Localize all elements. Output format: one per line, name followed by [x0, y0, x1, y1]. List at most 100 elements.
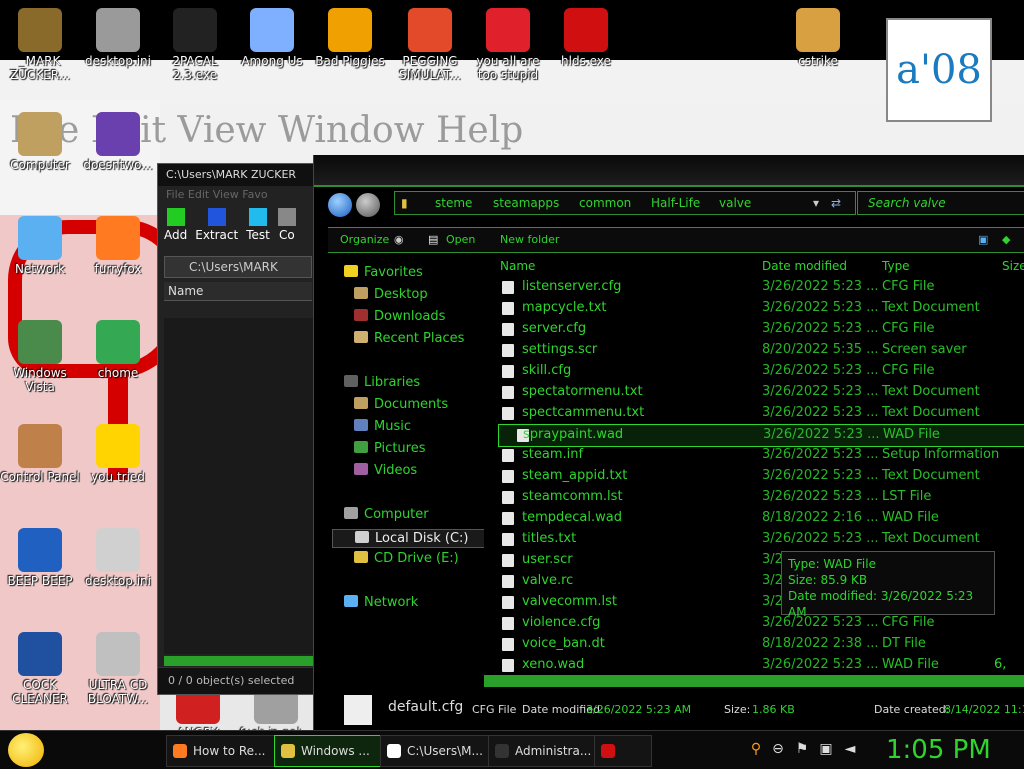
desktop-icon[interactable]: Network — [0, 216, 80, 276]
archive-tool-button[interactable]: Add — [164, 208, 187, 248]
file-icon — [502, 407, 514, 420]
desktop-icon[interactable]: you all are too stupid — [468, 8, 548, 82]
desktop-icon[interactable]: you tried — [78, 424, 158, 484]
table-row[interactable]: tempdecal.wad 8/18/2022 2:16 ... WAD File — [484, 508, 1024, 529]
column-type[interactable]: Type — [882, 259, 910, 273]
new-folder-button[interactable]: New folder — [500, 233, 559, 246]
nav-item[interactable]: Network — [344, 595, 418, 610]
breadcrumb-common[interactable]: common — [579, 196, 631, 210]
nav-item[interactable]: Downloads — [354, 309, 445, 324]
archive-path-field[interactable]: C:\Users\MARK — [164, 256, 312, 278]
view-options-icon[interactable]: ▣ — [978, 233, 988, 246]
desktop-icon[interactable]: desktop.ini — [78, 528, 158, 588]
file-type: WAD File — [882, 510, 939, 525]
archive-file-list[interactable] — [164, 318, 318, 654]
horizontal-scrollbar[interactable] — [484, 675, 1024, 687]
file-date: 8/20/2022 5:35 ... — [762, 342, 879, 357]
desktop-icon[interactable]: COCK CLEANER — [0, 632, 80, 706]
preview-pane-icon[interactable]: ◆ — [1002, 233, 1010, 246]
nav-item[interactable]: Computer — [344, 507, 429, 522]
table-row[interactable]: steam.inf 3/26/2022 5:23 ... Setup Informa… — [484, 445, 1024, 466]
network-icon[interactable]: ▣ — [818, 741, 834, 757]
nav-item[interactable]: Music — [354, 419, 411, 434]
start-button-smiley-icon[interactable] — [8, 733, 44, 767]
file-list[interactable]: Name Date modified Type Size listenserve… — [484, 255, 1024, 675]
archive-window[interactable]: C:\Users\MARK ZUCKER File Edit View Favo… — [157, 163, 319, 695]
desktop-icon[interactable]: chome — [78, 320, 158, 380]
nav-item[interactable]: Favorites — [344, 265, 423, 280]
taskbar-button[interactable] — [594, 735, 652, 767]
column-name[interactable]: Name — [500, 259, 535, 273]
desktop-icon[interactable]: cstrike — [778, 8, 858, 68]
chevron-down-icon[interactable]: ▾ — [813, 196, 819, 210]
column-date-modified[interactable]: Date modified — [762, 259, 847, 273]
archive-tool-button[interactable]: Test — [246, 208, 270, 248]
clock[interactable]: 1:05 PM — [886, 733, 991, 767]
back-arrow-icon[interactable] — [328, 193, 352, 217]
flag-icon[interactable]: ⚑ — [794, 741, 810, 757]
breadcrumb-half-life[interactable]: Half-Life — [651, 196, 700, 210]
table-row[interactable]: skill.cfg 3/26/2022 5:23 ... CFG File — [484, 361, 1024, 382]
desktop-icon[interactable]: BEEP BEEP — [0, 528, 80, 588]
desktop-icon[interactable]: 2PACAL 2.3.exe — [155, 8, 235, 82]
archive-tool-button[interactable]: Extract — [195, 208, 238, 248]
archive-column-name[interactable]: Name — [164, 282, 312, 301]
breadcrumb-steamapps[interactable]: steamapps — [493, 196, 559, 210]
desktop-icon[interactable]: Control Panel — [0, 424, 80, 484]
refresh-icon[interactable]: ⇄ — [831, 196, 841, 210]
archive-title-bar[interactable]: C:\Users\MARK ZUCKER — [158, 164, 318, 186]
nav-item[interactable]: CD Drive (E:) — [354, 551, 459, 566]
volume-icon[interactable]: ◄ — [842, 741, 858, 757]
archive-scrollbar[interactable] — [164, 656, 318, 666]
explorer-title-bar[interactable] — [314, 155, 1024, 187]
table-row[interactable]: listenserver.cfg 3/26/2022 5:23 ... CFG Fi… — [484, 277, 1024, 298]
table-row[interactable]: spraypaint.wad 3/26/2022 5:23 ... WAD File — [498, 424, 1024, 447]
table-row[interactable]: mapcycle.txt 3/26/2022 5:23 ... Text Docum… — [484, 298, 1024, 319]
chevron-down-icon[interactable]: ◉ — [394, 233, 404, 246]
desktop-icon[interactable]: Bad Piggies — [310, 8, 390, 68]
table-row[interactable]: server.cfg 3/26/2022 5:23 ... CFG File — [484, 319, 1024, 340]
table-row[interactable]: steamcomm.lst 3/26/2022 5:23 ... LST File — [484, 487, 1024, 508]
search-icon[interactable]: ⚲ — [748, 741, 764, 757]
desktop-icon[interactable]: Computer — [0, 112, 80, 172]
nav-item[interactable]: Pictures — [354, 441, 425, 456]
breadcrumb-steme[interactable]: steme — [435, 196, 472, 210]
nav-item-icon — [344, 595, 358, 607]
nav-item[interactable]: Videos — [354, 463, 417, 478]
desktop-icon[interactable]: Among Us — [232, 8, 312, 68]
desktop-icon[interactable]: PEGGING SIMULAT... — [390, 8, 470, 82]
minus-circle-icon[interactable]: ⊖ — [770, 741, 786, 757]
explorer-window[interactable]: ▮ steme steamapps common Half-Life valve… — [313, 155, 1024, 730]
desktop-icon[interactable]: Windows Vista — [0, 320, 80, 394]
desktop-icon[interactable]: _MARK ZUCKER... — [0, 8, 80, 82]
archive-tool-button[interactable]: Co — [277, 208, 296, 248]
desktop-icon[interactable]: ULTRA CD BLOATW... — [78, 632, 158, 706]
organize-button[interactable]: Organize — [340, 233, 389, 246]
desktop-icon[interactable]: desktop.ini — [78, 8, 158, 68]
breadcrumb-valve[interactable]: valve — [719, 196, 751, 210]
nav-item[interactable]: Local Disk (C:) — [332, 529, 488, 548]
nav-item[interactable]: Libraries — [344, 375, 420, 390]
table-row[interactable]: xeno.wad 3/26/2022 5:23 ... WAD File 6, — [484, 655, 1024, 676]
archive-menu-bar[interactable]: File Edit View Favo — [158, 186, 318, 204]
taskbar-button-label: Windows ... — [301, 744, 370, 758]
table-row[interactable]: spectcammenu.txt 3/26/2022 5:23 ... Text D… — [484, 403, 1024, 424]
nav-item[interactable]: Desktop — [354, 287, 428, 302]
table-row[interactable]: steam_appid.txt 3/26/2022 5:23 ... Text Do… — [484, 466, 1024, 487]
column-size[interactable]: Size — [1002, 259, 1024, 273]
search-input[interactable]: Search valve — [857, 191, 1024, 215]
forward-arrow-icon[interactable] — [356, 193, 380, 217]
table-row[interactable]: titles.txt 3/26/2022 5:23 ... Text Documen… — [484, 529, 1024, 550]
desktop-icon[interactable]: furryfox — [78, 216, 158, 276]
nav-item-label: Local Disk (C:) — [375, 531, 469, 546]
desktop-icon[interactable]: doesntwo... — [78, 112, 158, 172]
table-row[interactable]: spectatormenu.txt 3/26/2022 5:23 ... Text … — [484, 382, 1024, 403]
address-bar[interactable]: ▮ steme steamapps common Half-Life valve… — [394, 191, 856, 215]
table-row[interactable]: voice_ban.dt 8/18/2022 2:38 ... DT File — [484, 634, 1024, 655]
nav-item[interactable]: Documents — [354, 397, 448, 412]
table-row[interactable]: settings.scr 8/20/2022 5:35 ... Screen sav… — [484, 340, 1024, 361]
nav-item[interactable]: Recent Places — [354, 331, 464, 346]
desktop-icon[interactable]: hlds.exe — [546, 8, 626, 68]
nav-item-label: CD Drive (E:) — [374, 551, 459, 566]
open-button[interactable]: Open — [446, 233, 475, 246]
